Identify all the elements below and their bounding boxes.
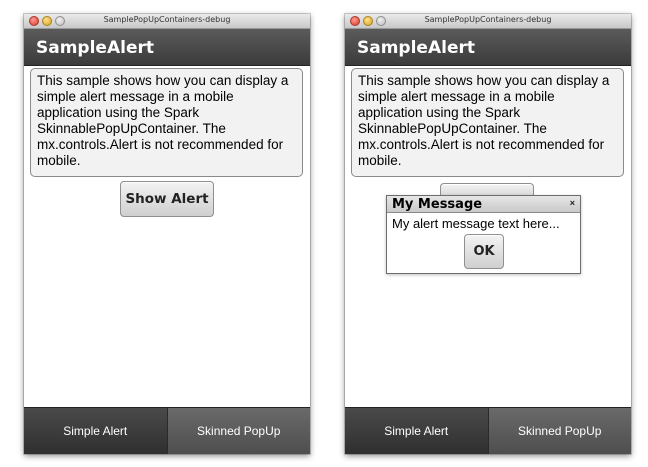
window-titlebar: SamplePopUpContainers-debug [345,14,631,29]
ok-button[interactable]: OK [464,234,504,269]
description-text: This sample shows how you can display a … [351,68,624,177]
action-bar: SampleAlert [345,29,631,66]
tab-simple-alert[interactable]: Simple Alert [24,408,167,454]
alert-header: My Message × [387,196,580,213]
window-title: SamplePopUpContainers-debug [424,15,552,24]
alert-dialog: My Message × My alert message text here.… [386,195,581,274]
app-title: SampleAlert [36,38,154,58]
description-text: This sample shows how you can display a … [30,68,303,177]
tab-bar: Simple Alert Skinned PopUp [24,407,310,454]
tab-skinned-popup[interactable]: Skinned PopUp [487,408,631,454]
tab-skinned-popup[interactable]: Skinned PopUp [166,408,310,454]
tab-simple-alert[interactable]: Simple Alert [345,408,488,454]
window-titlebar: SamplePopUpContainers-debug [24,14,310,29]
alert-message: My alert message text here... [392,216,560,231]
app-window-left: SamplePopUpContainers-debug SampleAlert … [24,14,310,454]
show-alert-button[interactable]: Show Alert [120,181,214,217]
app-window-right: SamplePopUpContainers-debug SampleAlert … [345,14,631,454]
action-bar: SampleAlert [24,29,310,66]
close-icon[interactable]: × [570,198,575,208]
tab-bar: Simple Alert Skinned PopUp [345,407,631,454]
app-title: SampleAlert [357,38,475,58]
alert-title: My Message [392,197,483,212]
window-title: SamplePopUpContainers-debug [103,15,231,24]
